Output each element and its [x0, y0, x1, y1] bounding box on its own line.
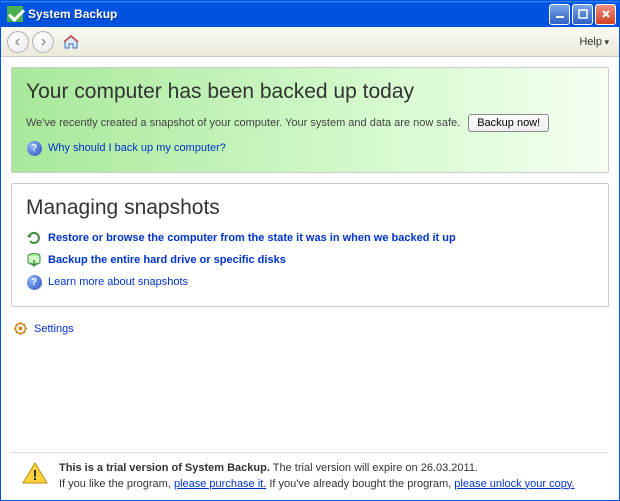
window-controls: [549, 4, 616, 25]
purchase-link[interactable]: please purchase it.: [174, 478, 266, 490]
restore-link[interactable]: Restore or browse the computer from the …: [48, 232, 456, 244]
learn-more-row: ? Learn more about snapshots: [26, 274, 594, 290]
svg-text:!: !: [33, 467, 38, 484]
question-icon: ?: [26, 274, 42, 290]
snapshots-title: Managing snapshots: [26, 196, 594, 220]
close-button[interactable]: [595, 4, 616, 25]
help-menu[interactable]: Help: [575, 34, 613, 50]
trial-notice: ! This is a trial version of System Back…: [11, 452, 609, 500]
warning-icon: !: [21, 461, 49, 485]
question-icon: ?: [26, 140, 42, 156]
minimize-button[interactable]: [549, 4, 570, 25]
home-icon: [62, 33, 80, 51]
learn-more-link[interactable]: Learn more about snapshots: [48, 276, 188, 288]
snapshots-panel: Managing snapshots Restore or browse the…: [11, 183, 609, 307]
close-icon: [600, 8, 612, 20]
arrow-right-icon: [38, 37, 48, 47]
backup-disks-link[interactable]: Backup the entire hard drive or specific…: [48, 254, 286, 266]
disk-backup-icon: [26, 252, 42, 268]
maximize-icon: [577, 8, 589, 20]
arrow-left-icon: [13, 37, 23, 47]
titlebar: System Backup: [1, 1, 619, 27]
window-title: System Backup: [28, 7, 549, 21]
status-description-row: We've recently created a snapshot of you…: [26, 114, 594, 132]
status-title: Your computer has been backed up today: [26, 80, 594, 104]
content-spacer: [11, 340, 609, 452]
minimize-icon: [554, 8, 566, 20]
nav-forward-button[interactable]: [32, 31, 54, 53]
home-button[interactable]: [60, 30, 82, 54]
why-backup-link[interactable]: Why should I back up my computer?: [48, 142, 226, 154]
app-window: System Backup Help: [0, 0, 620, 501]
trial-bold: This is a trial version of System Backup…: [59, 462, 270, 474]
status-description: We've recently created a snapshot of you…: [26, 117, 460, 129]
restore-icon: [26, 230, 42, 246]
trial-text: This is a trial version of System Backup…: [59, 461, 575, 492]
nav-back-button[interactable]: [7, 31, 29, 53]
trial-expire: The trial version will expire on 26.03.2…: [270, 462, 478, 474]
gear-icon: [13, 321, 28, 336]
toolbar: Help: [1, 27, 619, 57]
trial-line2-mid: If you've already bought the program,: [266, 478, 454, 490]
unlock-link[interactable]: please unlock your copy.: [454, 478, 574, 490]
app-icon: [7, 6, 23, 22]
restore-row: Restore or browse the computer from the …: [26, 230, 594, 246]
backup-now-button[interactable]: Backup now!: [468, 114, 549, 132]
content-area: Your computer has been backed up today W…: [1, 57, 619, 500]
why-backup-row: ? Why should I back up my computer?: [26, 140, 594, 156]
settings-row: Settings: [13, 321, 607, 336]
backup-disks-row: Backup the entire hard drive or specific…: [26, 252, 594, 268]
maximize-button[interactable]: [572, 4, 593, 25]
settings-link[interactable]: Settings: [34, 323, 74, 335]
trial-line2-prefix: If you like the program,: [59, 478, 174, 490]
status-panel: Your computer has been backed up today W…: [11, 67, 609, 173]
